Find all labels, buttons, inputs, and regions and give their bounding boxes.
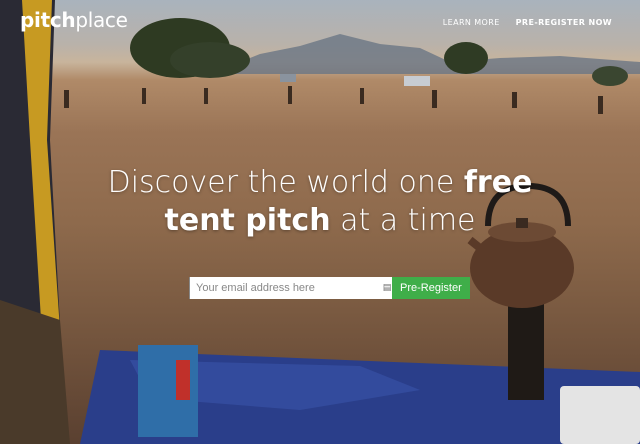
contact-card-icon: ▤ bbox=[382, 277, 392, 299]
top-nav: LEARN MORE PRE-REGISTER NOW bbox=[443, 18, 612, 27]
headline-line1-pre: Discover the world one bbox=[107, 165, 464, 200]
headline-line1-bold: free bbox=[463, 165, 533, 200]
nav-pre-register-now[interactable]: PRE-REGISTER NOW bbox=[516, 18, 612, 27]
logo-bold: pitch bbox=[20, 8, 76, 32]
nav-learn-more[interactable]: LEARN MORE bbox=[443, 18, 500, 27]
signup-form: ▤ Pre-Register bbox=[189, 277, 470, 299]
headline-line2-post: at a time bbox=[330, 203, 476, 238]
logo[interactable]: pitchplace bbox=[20, 8, 128, 32]
hero-headline: Discover the world one free tent pitch a… bbox=[0, 164, 640, 240]
pre-register-button[interactable]: Pre-Register bbox=[392, 277, 470, 299]
headline-line2-bold: tent pitch bbox=[164, 203, 331, 238]
logo-light: place bbox=[75, 8, 128, 32]
hero-section: pitchplace LEARN MORE PRE-REGISTER NOW D… bbox=[0, 0, 640, 444]
email-input[interactable] bbox=[189, 277, 382, 299]
